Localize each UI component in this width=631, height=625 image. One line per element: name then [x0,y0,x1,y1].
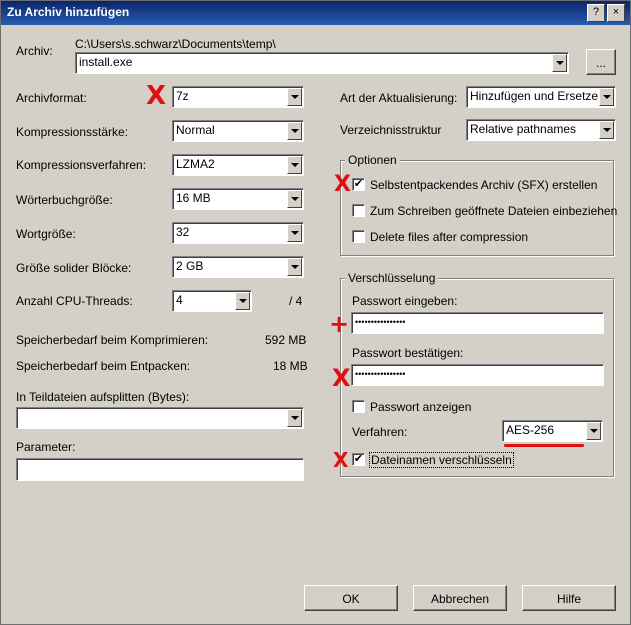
archive-format-label: Archivformat: [16,91,87,105]
dictionary-size-value: 16 MB [176,191,211,205]
delete-files-checkbox[interactable] [352,230,365,243]
chevron-down-icon[interactable] [235,292,250,310]
compression-level-combo[interactable]: Normal [172,120,304,142]
encryption-method-combo[interactable]: AES-256 [502,420,603,442]
path-mode-label: Verzeichnisstruktur [340,123,442,137]
cancel-label: Abbrechen [430,592,490,606]
chevron-down-icon[interactable] [287,88,302,106]
encryption-method-value: AES-256 [506,423,555,437]
chevron-down-icon[interactable] [287,224,302,242]
password-confirm-input[interactable]: •••••••••••••••• [351,364,604,386]
chevron-down-icon[interactable] [599,88,614,106]
password-value: •••••••••••••••• [355,317,406,327]
solid-block-size-combo[interactable]: 2 GB [172,256,304,278]
add-to-archive-dialog: Zu Archiv hinzufügen ? × Archiv: C:\User… [0,0,631,625]
annotation-underline-aes [504,444,584,447]
encrypt-names-checkbox[interactable]: ✔ [352,453,365,466]
annotation-plus-password: + [329,310,350,338]
cpu-threads-label: Anzahl CPU-Threads: [16,294,133,308]
window-title: Zu Archiv hinzufügen [7,5,130,19]
path-mode-combo[interactable]: Relative pathnames [466,119,616,141]
ok-button[interactable]: OK [304,585,398,611]
word-size-label: Wortgröße: [16,227,76,241]
parameters-label: Parameter: [16,440,76,454]
chevron-down-icon[interactable] [287,156,302,174]
chevron-down-icon[interactable] [287,409,302,427]
password-input[interactable]: •••••••••••••••• [351,312,604,334]
annotation-x-confirm: X [332,364,351,392]
update-mode-label: Art der Aktualisierung: [340,91,458,105]
archive-label: Archiv: [16,44,53,58]
password-confirm-value: •••••••••••••••• [355,369,406,379]
chevron-down-icon[interactable] [586,422,601,440]
help-label: Hilfe [556,592,581,606]
archive-format-combo[interactable]: 7z [172,86,304,108]
sfx-checkbox[interactable]: ✔ [352,178,365,191]
archive-name-value: install.exe [79,55,133,69]
chevron-down-icon[interactable] [287,122,302,140]
password-confirm-label: Passwort bestätigen: [352,346,464,360]
split-volumes-label: In Teildateien aufsplitten (Bytes): [16,390,190,404]
memory-compress-label: Speicherbedarf beim Komprimieren: [16,333,209,347]
update-mode-combo[interactable]: Hinzufügen und Ersetzen [466,86,616,108]
solid-block-size-value: 2 GB [176,259,204,273]
update-mode-value: Hinzufügen und Ersetzen [470,89,605,103]
sfx-label: Selbstentpackendes Archiv (SFX) erstelle… [370,178,598,192]
memory-compress-value: 592 MB [265,333,307,347]
annotation-x-format: X [146,81,167,111]
close-title-button[interactable]: × [607,4,625,22]
encrypt-names-label: Dateinamen verschlüsseln [369,452,514,468]
show-password-label: Passwort anzeigen [370,400,472,414]
cpu-threads-value: 4 [176,293,183,307]
memory-decompress-value: 18 MB [273,359,308,373]
encryption-method-label: Verfahren: [352,425,408,439]
cancel-button[interactable]: Abbrechen [413,585,507,611]
archive-format-value: 7z [176,89,189,103]
cpu-threads-max: / 4 [289,294,303,308]
annotation-x-sfx: X [334,172,351,197]
chevron-down-icon[interactable] [287,190,302,208]
chevron-down-icon[interactable] [552,54,567,72]
archive-name-combo[interactable]: install.exe [75,52,569,74]
shared-files-label: Zum Schreiben geöffnete Dateien einbezie… [370,204,618,218]
compression-method-label: Kompressionsverfahren: [16,158,147,172]
compression-method-value: LZMA2 [176,157,215,171]
word-size-combo[interactable]: 32 [172,222,304,244]
compression-method-combo[interactable]: LZMA2 [172,154,304,176]
browse-label: ... [595,56,606,70]
dictionary-size-label: Wörterbuchgröße: [16,193,113,207]
split-volumes-combo[interactable] [16,407,304,429]
encryption-group-title: Verschlüsselung [345,271,439,285]
word-size-value: 32 [176,225,190,239]
help-title-button[interactable]: ? [587,4,605,22]
path-mode-value: Relative pathnames [470,122,577,136]
chevron-down-icon[interactable] [287,258,302,276]
chevron-down-icon[interactable] [599,121,614,139]
annotation-x-names: X [333,448,349,472]
show-password-checkbox[interactable] [352,400,365,413]
cpu-threads-combo[interactable]: 4 [172,290,252,312]
password-label: Passwort eingeben: [352,294,458,308]
archive-path: C:\Users\s.schwarz\Documents\temp\ [75,37,276,51]
shared-files-checkbox[interactable] [352,204,365,217]
dictionary-size-combo[interactable]: 16 MB [172,188,304,210]
memory-decompress-label: Speicherbedarf beim Entpacken: [16,359,191,373]
compression-level-value: Normal [176,123,215,137]
options-group-title: Optionen [345,153,400,167]
compression-level-label: Kompressionsstärke: [16,125,129,139]
delete-files-label: Delete files after compression [370,230,529,244]
help-button[interactable]: Hilfe [522,585,616,611]
ok-label: OK [342,592,360,606]
title-bar: Zu Archiv hinzufügen ? × [1,1,630,25]
solid-block-size-label: Größe solider Blöcke: [16,261,132,275]
parameters-input[interactable] [16,458,304,481]
browse-button[interactable]: ... [586,49,616,75]
